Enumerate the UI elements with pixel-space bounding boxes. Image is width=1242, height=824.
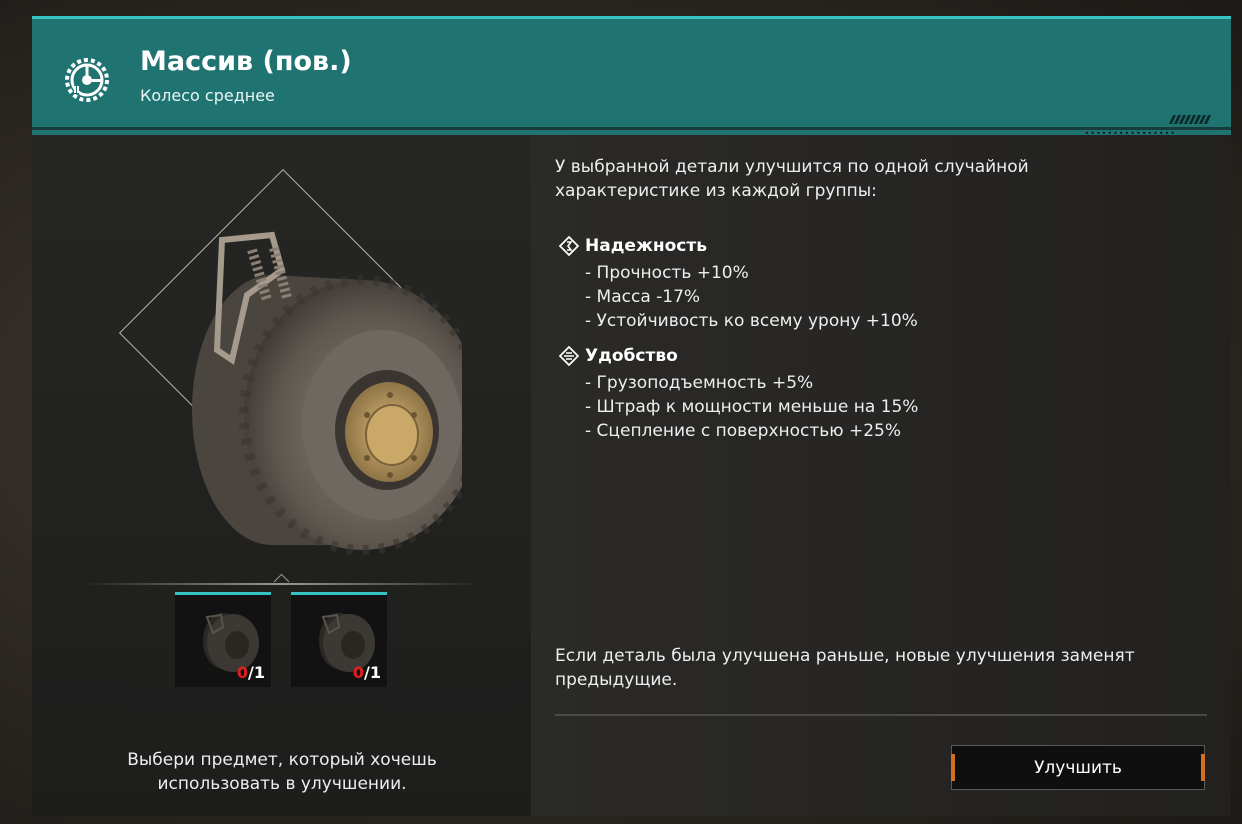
material-slot-1[interactable]: 0/1 — [175, 592, 271, 687]
item-subtitle: Колесо среднее — [140, 86, 275, 105]
select-item-hint: Выбери предмет, который хочешь использов… — [127, 750, 437, 794]
dialog-header: Массив (пов.) Колесо среднее •••••••••••… — [32, 16, 1231, 138]
header-divider — [32, 127, 1231, 130]
group-title: Надежность — [585, 236, 707, 256]
replace-warning-text: Если деталь была улучшена раньше, новые … — [555, 646, 1135, 690]
material-slot-2[interactable]: 0/1 — [291, 592, 387, 687]
stat-line: - Прочность +10% — [585, 263, 749, 283]
stat-line: - Сцепление с поверхностью +25% — [585, 421, 902, 441]
upgrade-button[interactable]: Улучшить — [951, 745, 1205, 790]
slot-count: 0/1 — [352, 663, 381, 682]
upgrade-info-panel: У выбранной детали улучшится по одной сл… — [531, 135, 1231, 816]
upgrade-dialog: Массив (пов.) Колесо среднее •••••••••••… — [32, 16, 1231, 816]
wheel-image — [192, 231, 462, 555]
item-preview-panel: 0/1 0/1 Выбери предмет, который хочешь и… — [32, 135, 531, 816]
convenience-diamond-icon — [559, 346, 579, 366]
group-title: Удобство — [585, 346, 678, 366]
item-title: Массив (пов.) — [140, 46, 352, 77]
stat-line: - Устойчивость ко всему урону +10% — [585, 311, 918, 331]
stat-line: - Грузоподъемность +5% — [585, 373, 814, 393]
stat-line: - Штраф к мощности меньше на 15% — [585, 397, 919, 417]
reliability-diamond-icon — [559, 236, 579, 256]
header-decoration — [1168, 115, 1212, 124]
wheel-gear-icon — [65, 58, 109, 102]
upgrade-intro-text: У выбранной детали улучшится по одной сл… — [555, 157, 1029, 201]
slot-count: 0/1 — [236, 663, 265, 682]
preview-divider-notch — [273, 573, 290, 590]
stat-line: - Масса -17% — [585, 287, 701, 307]
group-convenience: Удобство — [559, 346, 678, 366]
group-reliability: Надежность — [559, 236, 707, 256]
action-divider — [555, 714, 1207, 716]
